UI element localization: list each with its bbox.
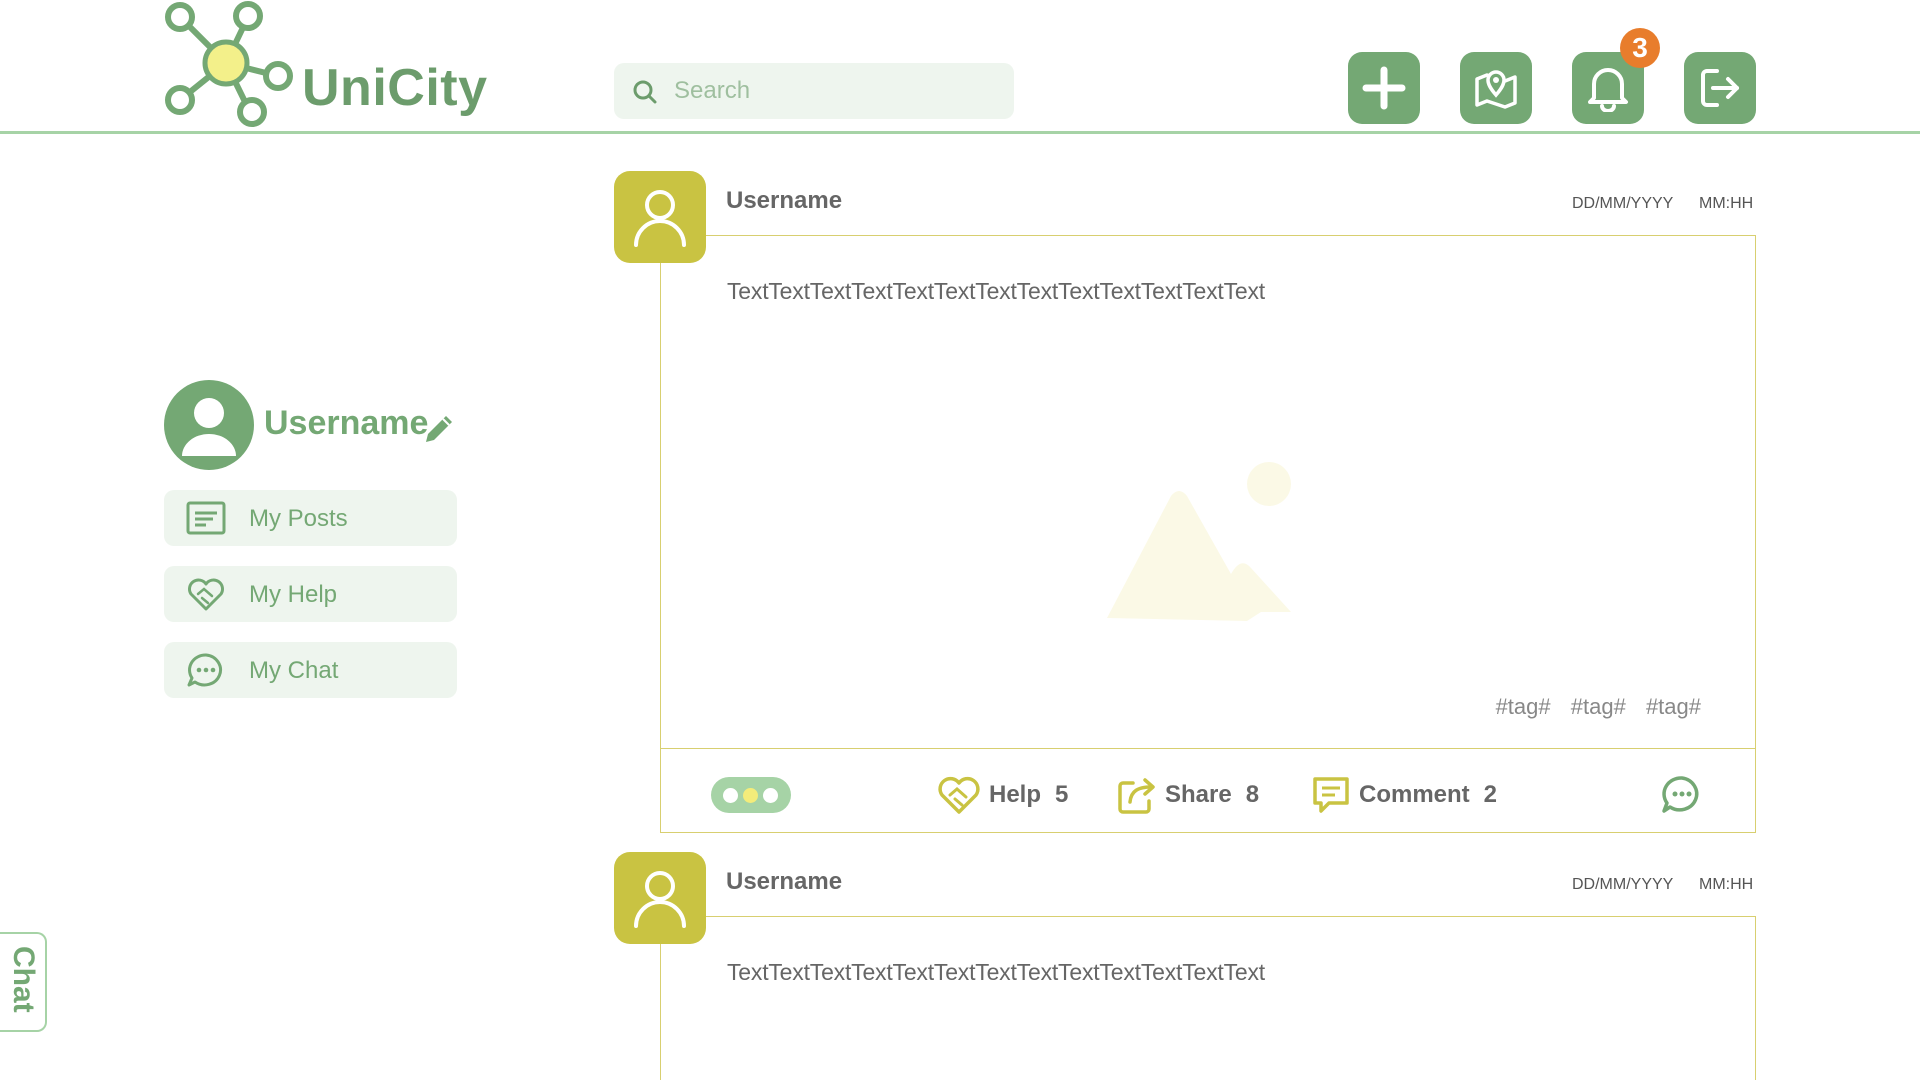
network-logo-icon <box>165 1 293 127</box>
post-date: DD/MM/YYYY <box>1572 195 1674 212</box>
bell-icon <box>1588 68 1628 112</box>
post-body: TextTextTextTextTextTextTextTextTextText… <box>660 916 1756 1080</box>
chat-tab-label: Chat <box>7 946 40 1013</box>
message-author-button[interactable] <box>1661 775 1703 820</box>
search-input[interactable] <box>674 63 1004 119</box>
comment-icon <box>1313 777 1349 813</box>
help-count: 5 <box>1055 781 1069 808</box>
profile-avatar[interactable] <box>164 380 254 470</box>
help-label: Help <box>989 781 1042 808</box>
sidebar-item-label: My Help <box>249 581 338 608</box>
comment-button[interactable]: Comment 2 <box>1311 775 1497 815</box>
tag-link[interactable]: #tag# <box>1496 694 1551 719</box>
map-pin-icon <box>1475 70 1517 109</box>
sidebar-item-my-posts[interactable]: My Posts <box>164 490 457 546</box>
help-heart-icon <box>938 776 980 814</box>
comment-count: 2 <box>1483 781 1498 808</box>
user-outline-icon <box>634 190 686 247</box>
share-label: Share <box>1165 781 1232 808</box>
plus-icon <box>1362 66 1406 110</box>
post-body: TextTextTextTextTextTextTextTextTextText… <box>660 235 1756 833</box>
app-name: UniCity <box>302 59 488 117</box>
search-icon <box>633 80 657 104</box>
help-heart-icon <box>188 578 224 611</box>
post-author-avatar[interactable] <box>614 852 706 944</box>
posts-icon <box>186 501 226 535</box>
post-text: TextTextTextTextTextTextTextTextTextText… <box>727 278 1265 304</box>
tag-link[interactable]: #tag# <box>1571 694 1626 719</box>
post-date: DD/MM/YYYY <box>1572 876 1674 893</box>
share-button[interactable]: Share 8 <box>1117 775 1259 815</box>
post-actions: Help 5 Share 8 Comment 2 <box>661 748 1755 832</box>
chat-icon <box>1662 776 1699 813</box>
post-author-avatar[interactable] <box>614 171 706 263</box>
chat-side-tab[interactable]: Chat <box>0 932 47 1032</box>
post-username[interactable]: Username <box>726 868 842 896</box>
post-card: Username DD/MM/YYYY MM:HH TextTextTextTe… <box>614 171 1756 833</box>
post-time: MM:HH <box>1699 876 1754 893</box>
logout-button[interactable] <box>1684 52 1756 124</box>
post-tags: #tag# #tag# #tag# <box>1482 694 1701 720</box>
post-username[interactable]: Username <box>726 187 842 215</box>
sidebar-item-my-chat[interactable]: My Chat <box>164 642 457 698</box>
profile-username: Username <box>264 404 429 442</box>
header-divider <box>0 131 1920 134</box>
more-options-button[interactable] <box>711 777 791 813</box>
user-outline-icon <box>634 871 686 928</box>
notification-count-badge: 3 <box>1620 28 1660 68</box>
post-card: Username DD/MM/YYYY MM:HH TextTextTextTe… <box>614 852 1756 1080</box>
search-bar[interactable] <box>614 63 1014 119</box>
image-placeholder-icon <box>1107 462 1291 621</box>
help-button[interactable]: Help 5 <box>937 775 1068 815</box>
pencil-icon <box>426 416 452 442</box>
edit-profile-button[interactable] <box>422 408 458 449</box>
post-text: TextTextTextTextTextTextTextTextTextText… <box>727 959 1265 985</box>
post-time: MM:HH <box>1699 195 1754 212</box>
tag-link[interactable]: #tag# <box>1646 694 1701 719</box>
logout-icon <box>1701 69 1739 107</box>
share-icon <box>1118 778 1155 814</box>
user-icon <box>182 398 236 456</box>
share-count: 8 <box>1245 781 1260 808</box>
chat-icon <box>187 653 222 687</box>
comment-label: Comment <box>1359 781 1470 808</box>
sidebar-item-my-help[interactable]: My Help <box>164 566 457 622</box>
sidebar-item-label: My Posts <box>249 505 348 532</box>
sidebar-item-label: My Chat <box>249 657 339 684</box>
unicity-logo[interactable]: UniCity <box>160 0 487 130</box>
header: UniCity 3 <box>0 0 1920 136</box>
map-button[interactable] <box>1460 52 1532 124</box>
create-post-button[interactable] <box>1348 52 1420 124</box>
